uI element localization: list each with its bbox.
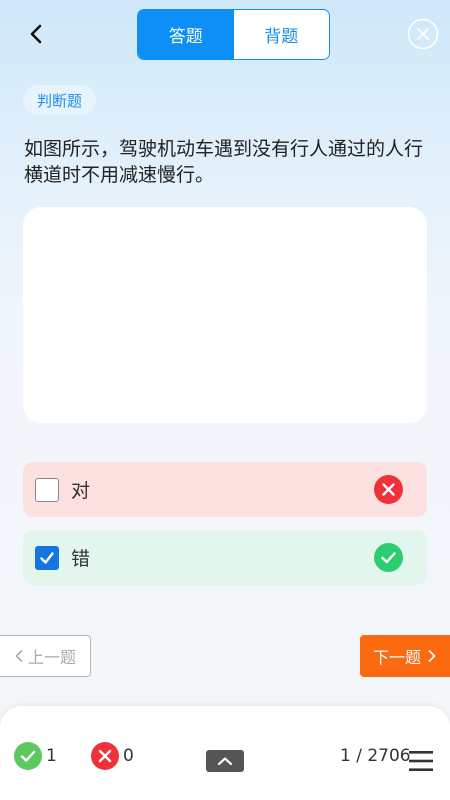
chevron-up-icon <box>217 757 233 766</box>
wrong-count-value: 0 <box>123 746 134 766</box>
prev-label: 上一题 <box>27 648 76 667</box>
prev-question-button[interactable]: 上一题 <box>0 635 91 677</box>
chevron-right-icon <box>428 649 436 663</box>
question-progress: 1 / 2706 <box>340 746 411 766</box>
chevron-left-icon <box>15 649 23 663</box>
check-circle-icon <box>374 543 403 572</box>
check-icon <box>40 551 54 564</box>
correct-count: 1 <box>14 742 57 770</box>
menu-icon[interactable] <box>409 750 433 772</box>
mode-switch: 答题 背题 <box>137 9 330 60</box>
chevron-left-icon <box>30 24 42 44</box>
check-circle-icon <box>14 742 42 770</box>
option-label: 错 <box>71 548 91 570</box>
tab-answer[interactable]: 答题 <box>138 10 234 59</box>
option-false[interactable]: 错 <box>23 530 427 585</box>
cross-circle-icon <box>91 742 119 770</box>
option-label: 对 <box>71 480 91 502</box>
question-text: 如图所示，驾驶机动车遇到没有行人通过的人行横道时不用减速慢行。 <box>24 138 424 186</box>
next-question-button[interactable]: 下一题 <box>360 635 450 677</box>
tab-memorize[interactable]: 背题 <box>233 10 329 59</box>
expand-sheet-button[interactable] <box>206 750 244 772</box>
cross-icon <box>374 475 403 504</box>
answer-sheet-bar: 1 0 1 / 2706 <box>0 706 450 800</box>
question-type-badge: 判断题 <box>23 85 97 115</box>
next-label: 下一题 <box>372 648 421 667</box>
close-circle-icon <box>407 18 439 50</box>
back-button[interactable] <box>22 20 50 48</box>
close-button[interactable] <box>407 18 439 50</box>
question-image <box>23 207 427 423</box>
correct-count-value: 1 <box>46 746 57 766</box>
option-checkbox-checked[interactable] <box>35 545 59 570</box>
option-checkbox[interactable] <box>35 477 59 502</box>
option-true[interactable]: 对 <box>23 462 427 517</box>
wrong-count: 0 <box>91 742 134 770</box>
